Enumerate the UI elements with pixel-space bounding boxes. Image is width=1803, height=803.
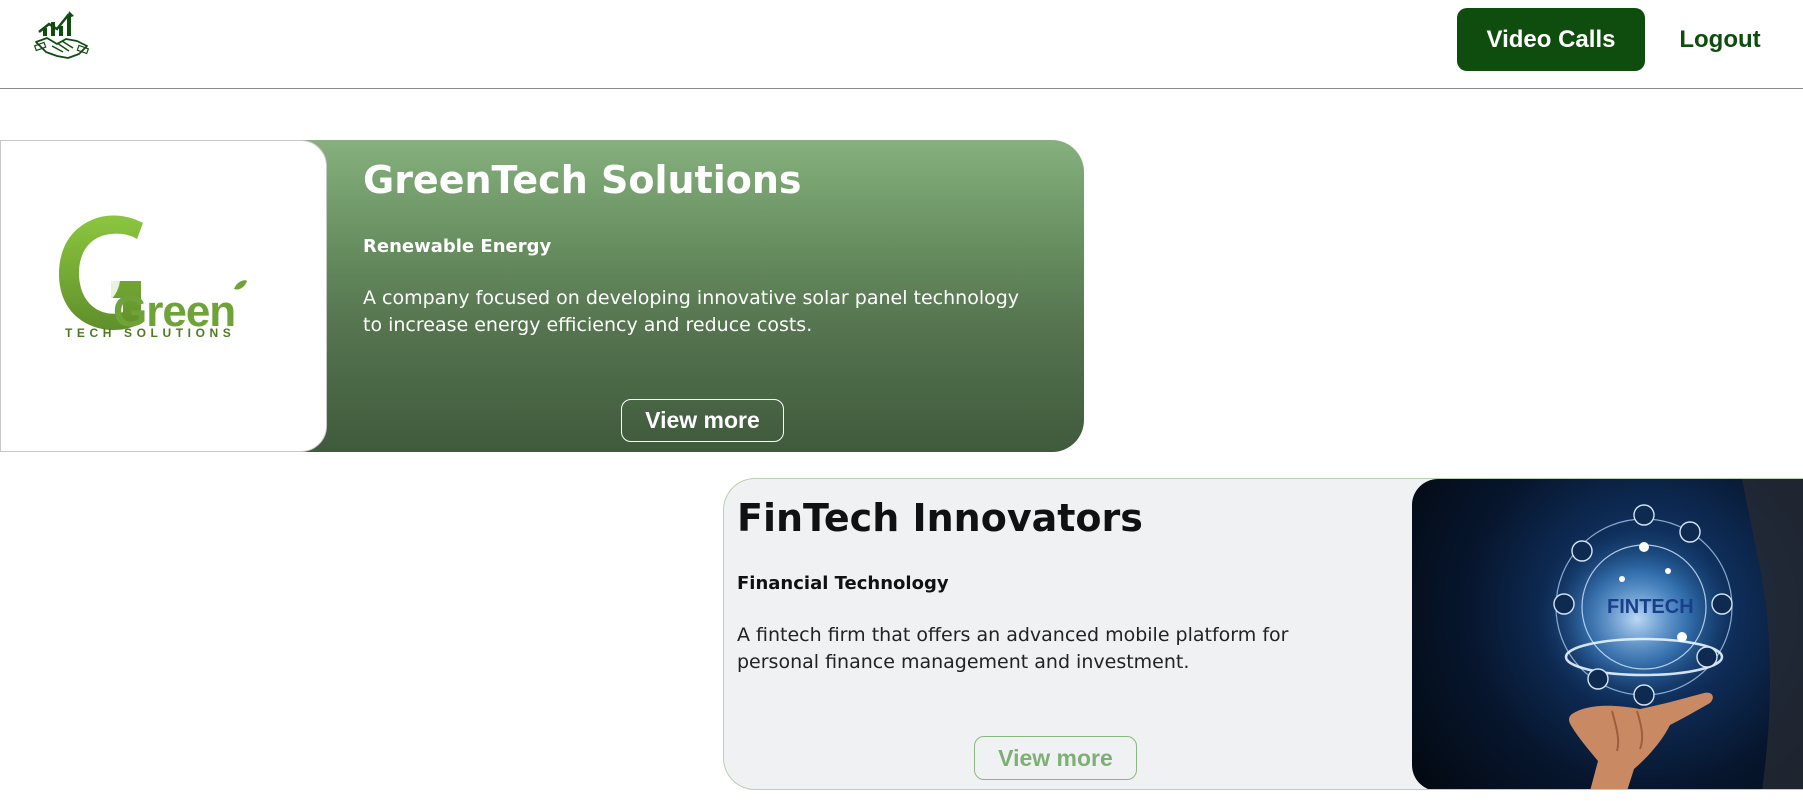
fintech-image-label: FINTECH	[1607, 596, 1694, 618]
company-card-fintech: FinTech Innovators Financial Technology …	[723, 478, 1803, 790]
view-more-button[interactable]: View more	[974, 736, 1137, 780]
greentech-logo-tagline: TECH SOLUTIONS	[65, 326, 235, 340]
company-description: A company focused on developing innovati…	[363, 287, 1020, 336]
view-more-button[interactable]: View more	[621, 399, 784, 442]
company-name: FinTech Innovators	[737, 496, 1143, 540]
company-logo-greentech: Green TECH SOLUTIONS	[0, 140, 327, 452]
company-industry: Financial Technology	[737, 573, 949, 594]
company-description: A fintech firm that offers an advanced m…	[737, 624, 1289, 673]
company-industry: Renewable Energy	[363, 236, 552, 257]
company-name: GreenTech Solutions	[363, 158, 802, 202]
app-logo-icon[interactable]	[33, 10, 91, 62]
video-calls-button[interactable]: Video Calls	[1457, 8, 1645, 71]
fintech-hand-globe-image: FINTECH	[1412, 479, 1803, 789]
top-navbar: Video Calls Logout	[0, 0, 1803, 89]
company-card-greentech: Green TECH SOLUTIONS GreenTech Solutions…	[0, 140, 1084, 452]
logout-button[interactable]: Logout	[1664, 8, 1776, 71]
